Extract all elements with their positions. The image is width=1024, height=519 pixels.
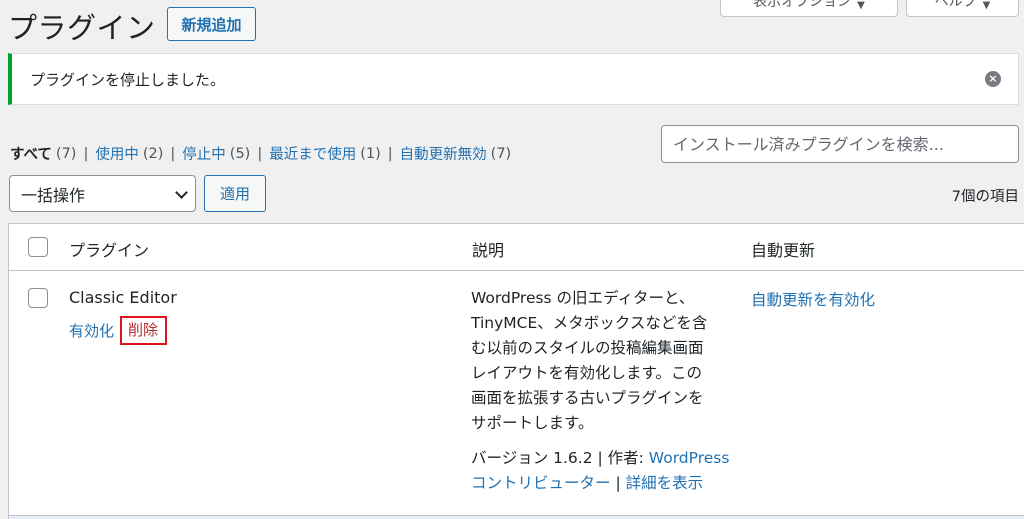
caret-down-icon: ▼ [857, 0, 865, 11]
column-header-auto-update: 自動更新 [751, 241, 816, 260]
add-new-button[interactable]: 新規追加 [167, 7, 256, 41]
screen-options-label: 表示オプション [753, 0, 852, 10]
author-link-continued[interactable]: コントリビューター [471, 474, 611, 492]
chevron-down-icon [175, 186, 188, 199]
dismiss-icon[interactable]: × [985, 71, 1001, 87]
apply-button[interactable]: 適用 [204, 175, 266, 212]
bulk-actions-value: 一括操作 [21, 185, 86, 205]
row-checkbox[interactable] [28, 288, 48, 308]
item-count: 7個の項目 [951, 189, 1019, 205]
filter-count: (2) [142, 145, 164, 162]
filter-count: (5) [229, 145, 251, 162]
filter-recently-active[interactable]: 最近まで使用 (1) [269, 143, 381, 164]
table-header: プラグイン 説明 自動更新 [9, 224, 1024, 271]
column-header-plugin[interactable]: プラグイン [69, 237, 149, 261]
filter-auto-update-disabled[interactable]: 自動更新無効 (7) [400, 143, 512, 164]
bulk-actions-select[interactable]: 一括操作 [9, 175, 196, 212]
enable-auto-update-link[interactable]: 自動更新を有効化 [751, 288, 875, 310]
screen-options-tab[interactable]: 表示オプション ▼ [720, 0, 898, 17]
status-filters: すべて (7) | 使用中 (2) | 停止中 (5) | 最近まで使用 (1)… [10, 143, 511, 164]
plugin-description: WordPress の旧エディターと、 TinyMCE、メタボックスなどを含 む… [471, 286, 739, 436]
filter-label: すべて [10, 147, 52, 163]
activate-link[interactable]: 有効化 [69, 320, 114, 341]
filter-label: 最近まで使用 [269, 147, 357, 163]
plugin-meta: バージョン 1.6.2 | 作者: WordPress コントリビューター | … [471, 446, 751, 496]
filter-count: (7) [490, 145, 512, 162]
filter-active[interactable]: 使用中 (2) [95, 143, 163, 164]
description-line: WordPress の旧エディターと、 [471, 289, 695, 307]
delete-link[interactable]: 削除 [120, 316, 168, 345]
filter-count: (1) [360, 145, 381, 162]
filter-separator: | [170, 145, 176, 162]
description-line: TinyMCE、メタボックスなどを含 [471, 314, 708, 332]
filter-count: (7) [55, 145, 77, 162]
version-text: バージョン 1.6.2 | 作者: [471, 449, 644, 467]
next-row-edge [9, 515, 1024, 519]
help-tab[interactable]: ヘルプ ▼ [906, 0, 1019, 17]
plugin-name: Classic Editor [69, 288, 177, 307]
filter-inactive[interactable]: 停止中 (5) [182, 143, 250, 164]
author-link[interactable]: WordPress [649, 449, 730, 467]
meta-separator: | [615, 474, 621, 492]
page-title: プラグイン [8, 11, 156, 45]
table-row: Classic Editor 有効化 削除 WordPress の旧エディターと… [9, 271, 1024, 515]
plugins-table: プラグイン 説明 自動更新 Classic Editor 有効化 削除 Word… [8, 223, 1024, 519]
row-actions: 有効化 削除 [69, 316, 168, 345]
filter-separator: | [257, 145, 263, 162]
notice-message: プラグインを停止しました。 [30, 70, 226, 89]
filter-separator: | [83, 145, 89, 162]
filter-all[interactable]: すべて (7) [10, 143, 76, 164]
select-all-checkbox[interactable] [28, 237, 48, 257]
view-details-link[interactable]: 詳細を表示 [626, 474, 704, 492]
filter-label: 使用中 [95, 147, 139, 163]
description-line: サポートします。 [471, 414, 594, 432]
success-notice: プラグインを停止しました。 × [8, 53, 1019, 105]
column-header-description: 説明 [472, 241, 505, 260]
plugin-search-input[interactable] [661, 125, 1019, 163]
description-line: む以前のスタイルの投稿編集画面 [471, 339, 704, 357]
plugins-page: プラグイン 新規追加 表示オプション ▼ ヘルプ ▼ プラグインを停止しました。… [0, 0, 1024, 519]
filter-separator: | [387, 145, 393, 162]
description-line: 画面を拡張する古いプラグインを [471, 389, 704, 407]
filter-label: 自動更新無効 [399, 147, 487, 163]
description-line: レイアウトを有効化します。この [471, 364, 702, 382]
filter-label: 停止中 [182, 147, 226, 163]
help-label: ヘルプ [934, 0, 977, 10]
caret-down-icon: ▼ [982, 0, 991, 11]
